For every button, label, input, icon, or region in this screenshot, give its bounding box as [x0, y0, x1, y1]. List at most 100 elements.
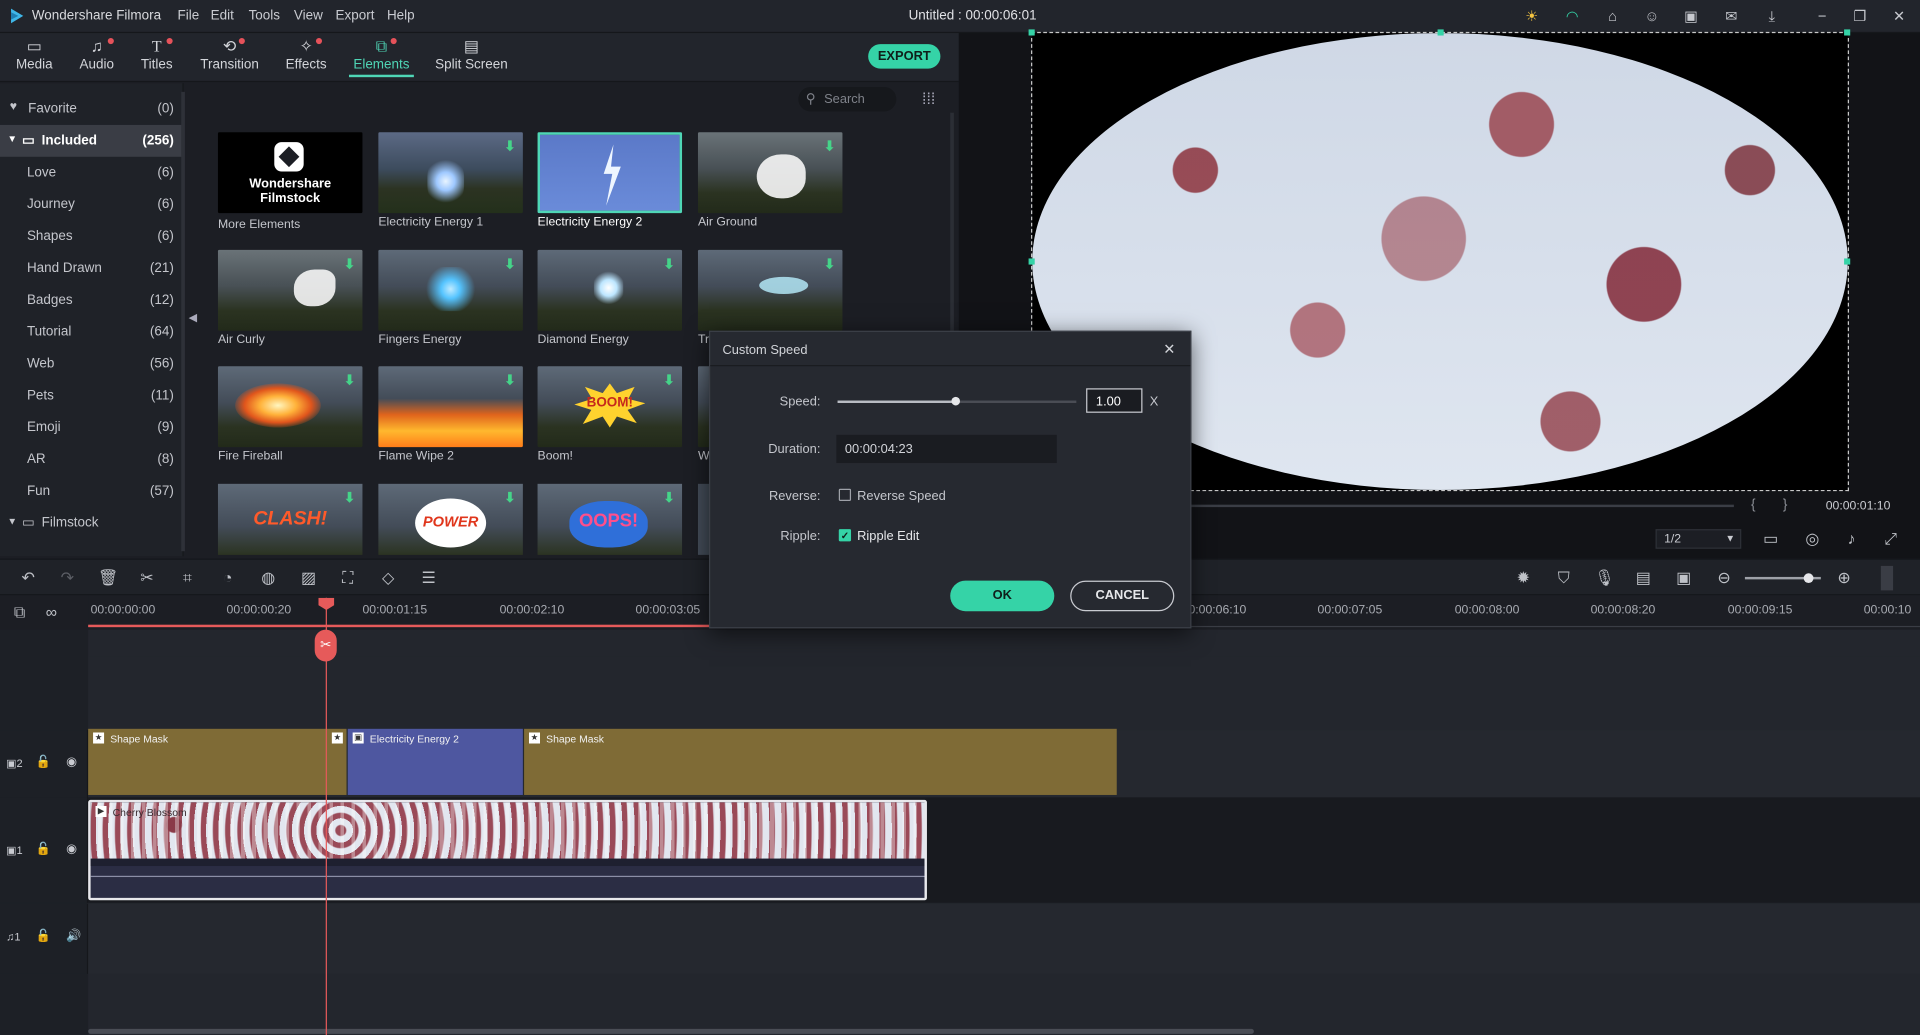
speed-input[interactable]: 1.00 — [1086, 388, 1143, 413]
download-icon[interactable]: ⬇ — [504, 138, 515, 155]
element-tile-electricity-energy-2[interactable] — [537, 132, 683, 214]
snapshot-icon[interactable]: ▣ — [1674, 568, 1694, 588]
snapshot-camera-icon[interactable]: ◎ — [1802, 529, 1822, 549]
resize-handle[interactable] — [1028, 29, 1035, 36]
sidebar-item-badges[interactable]: Badges (12) — [0, 284, 184, 316]
pause-bars-icon[interactable] — [1880, 565, 1894, 591]
download-icon[interactable]: ⬇ — [824, 256, 835, 272]
eye-icon[interactable]: ◉ — [66, 843, 77, 856]
lock-icon[interactable]: 🔓 — [36, 843, 51, 856]
message-icon[interactable]: ✉ — [1723, 7, 1740, 24]
delete-icon[interactable]: 🗑 — [98, 568, 118, 588]
download-icon[interactable]: ⬇ — [663, 490, 674, 506]
menu-tools[interactable]: Tools — [249, 9, 280, 24]
download-icon[interactable]: ⬇ — [344, 256, 355, 272]
sidebar-item-journey[interactable]: Journey (6) — [0, 189, 184, 221]
element-tile-flame-wipe-2[interactable]: ⬇ — [378, 366, 523, 448]
voiceover-icon[interactable]: ▤ — [1633, 568, 1653, 588]
reverse-speed-checkbox[interactable] — [838, 488, 852, 501]
zoom-slider-thumb[interactable] — [1803, 573, 1814, 584]
lock-icon[interactable]: 🔓 — [36, 756, 51, 769]
download-icon[interactable]: ⬇ — [344, 490, 355, 506]
lock-icon[interactable]: 🔓 — [36, 930, 51, 943]
tab-split-screen[interactable]: ▤ Split Screen — [433, 33, 509, 82]
fullscreen-icon[interactable]: ⤢ — [1881, 529, 1901, 549]
quality-select[interactable]: 1/2 ▼ — [1655, 529, 1742, 549]
sidebar-item-favorite[interactable]: ♥ Favorite (0) — [0, 93, 184, 125]
crop-icon[interactable]: ⌗ — [178, 568, 198, 588]
close-icon[interactable]: ✕ — [1891, 7, 1908, 24]
element-tile-clash[interactable]: CLASH! ⬇ — [217, 483, 363, 555]
sidebar-item-pets[interactable]: Pets (11) — [0, 380, 184, 412]
sidebar-item-web[interactable]: Web (56) — [0, 348, 184, 380]
duration-input[interactable]: 00:00:04:23 — [836, 434, 1057, 464]
search-input[interactable]: ⚲ Search — [798, 86, 897, 112]
ok-button[interactable]: OK — [950, 580, 1055, 612]
eye-icon[interactable]: ◉ — [66, 756, 77, 769]
resize-handle[interactable] — [1844, 29, 1851, 36]
minimize-icon[interactable]: − — [1813, 7, 1830, 24]
download-icon[interactable]: ⬇ — [663, 256, 674, 272]
sidebar-item-filmstock[interactable]: ▼ ▭ Filmstock — [0, 507, 184, 539]
menu-file[interactable]: File — [178, 9, 200, 24]
sidebar-item-hand-drawn[interactable]: Hand Drawn (21) — [0, 252, 184, 284]
tab-effects[interactable]: ✧ Effects — [277, 33, 336, 82]
element-tile-air-ground[interactable]: ⬇ — [697, 132, 843, 214]
fit-frame-icon[interactable]: ⛶ — [338, 568, 358, 588]
clip-shape-mask[interactable]: ★ Shape Mask — [88, 728, 327, 795]
cancel-button[interactable]: CANCEL — [1070, 580, 1175, 612]
clip-electricity-energy-2[interactable]: ▣ Electricity Energy 2 — [347, 728, 523, 795]
volume-icon[interactable]: ♪ — [1842, 529, 1862, 549]
menu-export[interactable]: Export — [336, 9, 375, 24]
sidebar-item-fun[interactable]: Fun (57) — [0, 475, 184, 507]
element-tile-fingers-energy[interactable]: ⬇ — [378, 249, 523, 331]
clip-shape-mask-tail[interactable]: ★ — [326, 728, 347, 795]
element-tile-power[interactable]: POWER ⬇ — [378, 483, 523, 555]
microphone-icon[interactable]: 🎙 — [1594, 568, 1614, 588]
menu-help[interactable]: Help — [387, 9, 415, 24]
collapse-panel-icon[interactable]: ◀ — [189, 311, 197, 324]
split-scissors-icon[interactable]: ✂ — [314, 629, 337, 662]
zoom-in-icon[interactable]: ⊕ — [1834, 568, 1854, 588]
element-tile-boom[interactable]: BOOM! ⬇ — [537, 366, 683, 448]
speed-slider-thumb[interactable] — [950, 396, 960, 406]
tab-audio[interactable]: ♫ Audio — [71, 33, 122, 82]
clip-shape-mask-2[interactable]: ★ Shape Mask — [524, 728, 1117, 795]
tab-elements[interactable]: ⧉ Elements — [348, 33, 414, 82]
menu-edit[interactable]: Edit — [211, 9, 234, 24]
save-icon[interactable]: ▣ — [1682, 7, 1699, 24]
green-screen-icon[interactable]: ▨ — [299, 568, 319, 588]
menu-view[interactable]: View — [294, 9, 323, 24]
download-icon[interactable]: ⬇ — [504, 490, 515, 506]
resize-handle[interactable] — [1844, 258, 1851, 265]
download-icon[interactable]: ⬇ — [663, 372, 674, 389]
sidebar-item-included[interactable]: ▼ ▭ Included (256) — [0, 124, 184, 157]
account-icon[interactable]: ☺ — [1643, 7, 1660, 24]
sidebar-scrollbar[interactable] — [181, 91, 185, 552]
download-icon[interactable]: ⬇ — [824, 138, 835, 155]
clip-cherry-blossom[interactable]: ▶ Cherry Blossom — [88, 799, 927, 901]
add-track-icon[interactable]: ⧉ — [10, 603, 30, 623]
keyframe-icon[interactable]: ◇ — [378, 568, 398, 588]
sidebar-item-love[interactable]: Love (6) — [0, 157, 184, 189]
element-tile-electricity-energy-1[interactable]: ⬇ — [378, 132, 523, 214]
tab-transition[interactable]: ⟲ Transition — [196, 33, 263, 82]
cut-scissors-icon[interactable]: ✂ — [137, 568, 157, 588]
sidebar-item-shapes[interactable]: Shapes (6) — [0, 220, 184, 252]
grid-view-icon[interactable]: ⁞⁞⁞ — [922, 89, 935, 107]
dialog-close-icon[interactable]: ✕ — [1163, 341, 1175, 358]
element-tile-partial[interactable]: ⬇ — [697, 249, 843, 331]
playback-progress-track[interactable] — [1190, 504, 1734, 508]
restore-icon[interactable]: ❐ — [1851, 7, 1868, 24]
redo-icon[interactable]: ↷ — [58, 568, 78, 588]
download-icon[interactable]: ⬇ — [504, 372, 515, 389]
marker-icon[interactable]: ⛉ — [1554, 568, 1574, 588]
mark-in-icon[interactable]: { — [1751, 497, 1756, 512]
timeline-horizontal-scrollbar[interactable] — [88, 1028, 1254, 1034]
sidebar-item-tutorial[interactable]: Tutorial (64) — [0, 316, 184, 348]
tab-media[interactable]: ▭ Media — [7, 33, 61, 82]
ripple-edit-checkbox[interactable]: ✓ — [838, 529, 852, 542]
resize-handle[interactable] — [1028, 258, 1035, 265]
support-headset-icon[interactable]: ◠ — [1564, 7, 1581, 24]
mark-out-icon[interactable]: } — [1783, 497, 1788, 512]
